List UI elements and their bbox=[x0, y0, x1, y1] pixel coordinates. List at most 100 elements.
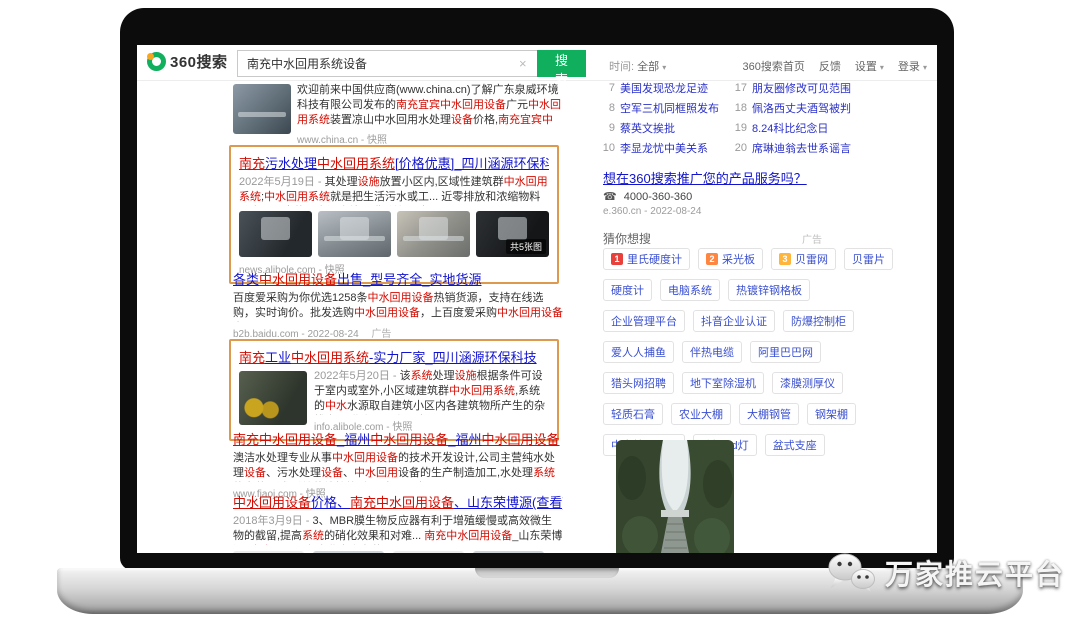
result-title-link[interactable]: 各类中水回用设备出售_型号齐全_实地货源 bbox=[233, 269, 563, 288]
top-link[interactable]: 反馈 bbox=[819, 58, 841, 74]
hot-ranking: 7美国发现恐龙足迹 8 空军三机同框照发布 9 蔡英文挨批 10李显龙忧中美关系 17朋友圈… bbox=[600, 78, 862, 158]
suggest-tag[interactable]: 电脑系统 bbox=[660, 279, 720, 301]
laptop-mockup: 360搜索 × 搜 索 时间: 全部 ▾ 360搜索首页反馈设置 ▾ 登录 ▾ bbox=[0, 0, 1080, 628]
result-thumbnail[interactable]: 共5张图 bbox=[476, 211, 549, 257]
tag-rank-badge: 3 bbox=[779, 253, 791, 265]
suggest-tag[interactable]: 企业管理平台 bbox=[603, 310, 685, 332]
result-thumbnail[interactable] bbox=[233, 84, 291, 134]
clear-icon[interactable]: × bbox=[519, 56, 527, 71]
suggest-tag[interactable]: 2采光板 bbox=[698, 248, 763, 270]
ranking-number: 20 bbox=[732, 142, 747, 154]
result-description: 2022年5月19日 - 其处理设施放置小区内,区域性建筑群中水回用系统;中水回… bbox=[239, 175, 549, 206]
result-source[interactable]: b2b.baidu.com - 2022-08-24 广告 bbox=[233, 325, 563, 340]
result-image-row bbox=[233, 551, 563, 553]
suggest-tag[interactable]: 轻质石膏 bbox=[603, 403, 663, 425]
suggest-tag[interactable]: 盆式支座 bbox=[765, 434, 825, 456]
result-highlighted-2: 南充工业中水回用系统-实力厂家_四川涵源环保科技 2022年5月20日 - 该系… bbox=[229, 339, 559, 441]
search-button[interactable]: 搜 索 bbox=[537, 50, 586, 77]
tianmen-mountain-image bbox=[616, 440, 734, 553]
ranking-link: 朋友圈修改可见范围 bbox=[752, 80, 851, 96]
ranking-link: 空军三机同框照发布 bbox=[620, 100, 719, 116]
results-column: 欢迎前来中国供应商(www.china.cn)了解广东泉威环境科技有限公司发布的… bbox=[233, 83, 565, 553]
result-image-row: 共5张图 bbox=[239, 211, 549, 257]
laptop-base-notch bbox=[475, 568, 619, 578]
tag-row: 猎头网招聘地下室除湿机漆膜测厚仪 bbox=[603, 372, 862, 394]
result-thumbnail[interactable] bbox=[239, 211, 312, 257]
ranking-number: 9 bbox=[600, 122, 615, 134]
watermark: 万家推云平台 bbox=[826, 550, 1065, 596]
ranking-item[interactable]: 18佩洛西丈夫酒驾被判 bbox=[732, 98, 862, 118]
result-thumbnail[interactable] bbox=[233, 551, 304, 553]
ranking-link: 蔡英文挨批 bbox=[620, 120, 675, 136]
suggest-tag[interactable]: 贝雷片 bbox=[844, 248, 893, 270]
wechat-icon bbox=[826, 550, 878, 596]
suggest-tag[interactable]: 1里氏硬度计 bbox=[603, 248, 690, 270]
suggest-tag[interactable]: 农业大棚 bbox=[671, 403, 731, 425]
result-description: 2022年5月20日 - 该系统处理设施根据条件可设于室内或室外,小区域建筑群中… bbox=[314, 369, 549, 415]
result-description: 百度爱采购为你优选1258条中水回用设备热销货源，支持在线选购，实时询价。批发选… bbox=[233, 291, 563, 322]
suggest-tag[interactable]: 爱人人捕鱼 bbox=[603, 341, 674, 363]
tag-row: 爱人人捕鱼伴热电缆阿里巴巴网 bbox=[603, 341, 862, 363]
ranking-number: 8 bbox=[600, 102, 615, 114]
result-thumbnail[interactable] bbox=[393, 551, 464, 553]
ranking-item[interactable]: 198.24科比纪念日 bbox=[732, 118, 862, 138]
360-logo[interactable]: 360搜索 bbox=[147, 51, 228, 72]
ranking-item[interactable]: 9 蔡英文挨批 bbox=[600, 118, 732, 138]
right-column: 7美国发现恐龙足迹8空军三机同框照发布9蔡英文挨批10李显龙忧中美关系17朋友圈… bbox=[600, 78, 862, 553]
scenic-image-thumbnail[interactable] bbox=[616, 440, 734, 553]
result-title-link[interactable]: 南充工业中水回用系统-实力厂家_四川涵源环保科技 bbox=[239, 347, 549, 366]
promo-phone: ☎ 4000-360-360 bbox=[603, 190, 692, 203]
logo-text: 360搜索 bbox=[170, 51, 228, 72]
result-thumbnail[interactable] bbox=[397, 211, 470, 257]
suggest-tag[interactable]: 抖音企业认证 bbox=[693, 310, 775, 332]
suggest-tag[interactable]: 硬度计 bbox=[603, 279, 652, 301]
tag-row: 1里氏硬度计2采光板3贝雷网贝雷片 bbox=[603, 248, 862, 270]
suggest-tag[interactable]: 钢架棚 bbox=[807, 403, 856, 425]
phone-icon: ☎ bbox=[603, 191, 617, 203]
suggest-tag[interactable]: 防爆控制柜 bbox=[783, 310, 854, 332]
suggest-tag[interactable]: 大棚钢管 bbox=[739, 403, 799, 425]
top-link[interactable]: 360搜索首页 bbox=[742, 58, 804, 74]
ranking-item[interactable]: 20席琳迪翁去世系谣言 bbox=[732, 138, 862, 158]
360-logo-icon bbox=[147, 52, 166, 71]
result-title-link[interactable]: 南充中水回用设备_福州中水回用设备_福州中水回用设备 bbox=[233, 429, 563, 448]
top-link[interactable]: 登录 ▾ bbox=[898, 58, 927, 74]
result-thumbnail[interactable] bbox=[318, 211, 391, 257]
suggest-tag[interactable]: 伴热电缆 bbox=[682, 341, 742, 363]
result-title-link[interactable]: 南充污水处理中水回用系统[价格优惠]_四川涵源环保科技 bbox=[239, 153, 549, 172]
result-thumbnail[interactable] bbox=[239, 371, 307, 425]
suggest-tag[interactable]: 阿里巴巴网 bbox=[750, 341, 821, 363]
suggest-tag[interactable]: 猎头网招聘 bbox=[603, 372, 674, 394]
time-filter[interactable]: 时间: 全部 ▾ bbox=[609, 58, 666, 74]
result-thumbnail[interactable] bbox=[473, 551, 544, 553]
ranking-number: 7 bbox=[600, 82, 615, 94]
suggest-tag[interactable]: 热镀锌钢格板 bbox=[728, 279, 810, 301]
chevron-down-icon: ▾ bbox=[662, 63, 666, 72]
ranking-item[interactable]: 17朋友圈修改可见范围 bbox=[732, 78, 862, 98]
result-ad-baidu: 各类中水回用设备出售_型号齐全_实地货源 百度爱采购为你优选1258条中水回用设… bbox=[233, 269, 563, 340]
promo-link[interactable]: 想在360搜索推广您的产品服务吗？ bbox=[603, 168, 807, 187]
suggest-tags: 1里氏硬度计2采光板3贝雷网贝雷片硬度计电脑系统热镀锌钢格板企业管理平台抖音企业… bbox=[603, 248, 862, 465]
result-description: 澳洁水处理专业从事中水回用设备的技术开发设计,公司主营纯水处理设备、污水处理设备… bbox=[233, 451, 563, 482]
ranking-item[interactable]: 8 空军三机同框照发布 bbox=[600, 98, 732, 118]
result-highlighted-1: 南充污水处理中水回用系统[价格优惠]_四川涵源环保科技 2022年5月19日 -… bbox=[229, 145, 559, 284]
top-link[interactable]: 设置 ▾ bbox=[855, 58, 884, 74]
tag-row: 轻质石膏农业大棚大棚钢管钢架棚 bbox=[603, 403, 862, 425]
result-china: 欢迎前来中国供应商(www.china.cn)了解广东泉威环境科技有限公司发布的… bbox=[233, 83, 563, 146]
ranking-link: 李显龙忧中美关系 bbox=[620, 140, 708, 156]
ranking-item[interactable]: 10李显龙忧中美关系 bbox=[600, 138, 732, 158]
suggest-tag[interactable]: 3贝雷网 bbox=[771, 248, 836, 270]
ranking-link: 8.24科比纪念日 bbox=[752, 120, 828, 136]
suggest-tag[interactable]: 漆膜测厚仪 bbox=[772, 372, 843, 394]
result-thumbnail[interactable] bbox=[313, 551, 384, 553]
search-input[interactable] bbox=[237, 50, 537, 77]
search-box: × 搜 索 bbox=[237, 50, 586, 77]
tag-row: 硬度计电脑系统热镀锌钢格板 bbox=[603, 279, 862, 301]
result-source[interactable]: www.china.cn - 快照 bbox=[297, 131, 563, 146]
ranking-item[interactable]: 7美国发现恐龙足迹 bbox=[600, 78, 732, 98]
result-description: 2018年3月9日 - 3、MBR膜生物反应器有利于增殖缓慢或高效微生物的截留,… bbox=[233, 514, 563, 545]
result-title-link[interactable]: 中水回用设备价格、南充中水回用设备、山东荣博源(查看) - 无忧... bbox=[233, 492, 563, 511]
chevron-down-icon: ▾ bbox=[880, 63, 884, 72]
tag-rank-badge: 1 bbox=[611, 253, 623, 265]
suggest-tag[interactable]: 地下室除湿机 bbox=[682, 372, 764, 394]
